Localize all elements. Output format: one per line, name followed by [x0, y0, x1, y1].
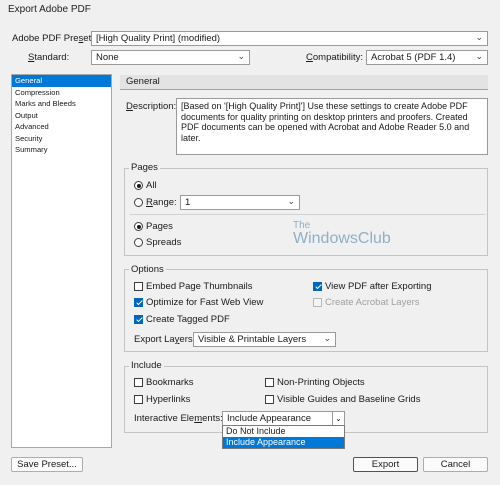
chevron-down-icon: ⌄ — [332, 412, 344, 425]
range-label: Range: — [146, 197, 177, 208]
cancel-button[interactable]: Cancel — [423, 457, 488, 472]
hyperlinks-checkbox[interactable] — [134, 395, 143, 404]
range-radio[interactable] — [134, 198, 143, 207]
chevron-down-icon: ⌄ — [475, 32, 483, 42]
interactive-elements-dropdown: Do Not Include Include Appearance — [222, 425, 345, 449]
include-group-title: Include — [129, 360, 164, 371]
interactive-elements-value: Include Appearance — [227, 413, 311, 424]
sidebar-item-security[interactable]: Security — [12, 133, 111, 145]
non-printing-label: Non-Printing Objects — [277, 377, 365, 388]
sidebar-item-output[interactable]: Output — [12, 110, 111, 122]
interactive-elements-select[interactable]: Include Appearance ⌄ — [222, 411, 345, 426]
preset-label: Adobe PDF Preset: — [12, 33, 94, 44]
standard-select[interactable]: None ⌄ — [91, 50, 250, 65]
window-title: Export Adobe PDF — [8, 4, 91, 15]
sidebar-item-advanced[interactable]: Advanced — [12, 121, 111, 133]
export-button[interactable]: Export — [353, 457, 418, 472]
options-group-title: Options — [129, 264, 166, 275]
bookmarks-label: Bookmarks — [146, 377, 194, 388]
visible-guides-checkbox[interactable] — [265, 395, 274, 404]
create-layers-checkbox[interactable] — [313, 298, 322, 307]
description-label: Description: — [126, 101, 177, 112]
dropdown-option-do-not-include[interactable]: Do Not Include — [223, 426, 344, 437]
sidebar-item-compression[interactable]: Compression — [12, 87, 111, 99]
description-field[interactable]: [Based on '[High Quality Print]'] Use th… — [176, 98, 488, 155]
chevron-down-icon: ⌄ — [237, 51, 245, 61]
standard-label: Standard: — [28, 52, 70, 63]
export-layers-label: Export Layers: — [134, 334, 196, 345]
chevron-down-icon: ⌄ — [475, 51, 483, 61]
export-layers-value: Visible & Printable Layers — [198, 334, 307, 345]
compatibility-value: Acrobat 5 (PDF 1.4) — [371, 52, 456, 63]
range-value: 1 — [185, 197, 191, 208]
preset-value: [High Quality Print] (modified) — [96, 33, 221, 44]
pages-label: Pages — [146, 221, 173, 232]
range-input[interactable]: 1 ⌄ — [180, 195, 300, 210]
embed-thumbnails-label: Embed Page Thumbnails — [146, 281, 253, 292]
view-after-export-label: View PDF after Exporting — [325, 281, 432, 292]
optimize-web-checkbox[interactable] — [134, 298, 143, 307]
compatibility-label: Compatibility: — [306, 52, 364, 63]
bookmarks-checkbox[interactable] — [134, 378, 143, 387]
non-printing-checkbox[interactable] — [265, 378, 274, 387]
watermark: The WindowsClub — [293, 221, 391, 247]
export-layers-select[interactable]: Visible & Printable Layers ⌄ — [193, 332, 336, 347]
watermark-line2: WindowsClub — [293, 230, 391, 247]
chevron-down-icon: ⌄ — [287, 196, 295, 206]
create-tagged-checkbox[interactable] — [134, 315, 143, 324]
create-layers-label: Create Acrobat Layers — [325, 297, 420, 308]
sidebar-item-general[interactable]: General — [12, 75, 111, 87]
embed-thumbnails-checkbox[interactable] — [134, 282, 143, 291]
spreads-label: Spreads — [146, 237, 182, 248]
compatibility-select[interactable]: Acrobat 5 (PDF 1.4) ⌄ — [366, 50, 488, 65]
all-radio[interactable] — [134, 181, 143, 190]
interactive-elements-label: Interactive Elements: — [134, 413, 223, 424]
section-title: General — [126, 76, 160, 87]
sidebar: General Compression Marks and Bleeds Out… — [11, 74, 112, 448]
visible-guides-label: Visible Guides and Baseline Grids — [277, 394, 421, 405]
pages-divider — [130, 214, 485, 215]
sidebar-item-summary[interactable]: Summary — [12, 144, 111, 156]
dropdown-option-include-appearance[interactable]: Include Appearance — [223, 437, 344, 448]
sidebar-item-marks-and-bleeds[interactable]: Marks and Bleeds — [12, 98, 111, 110]
optimize-web-label: Optimize for Fast Web View — [146, 297, 264, 308]
standard-value: None — [96, 52, 119, 63]
save-preset-button[interactable]: Save Preset... — [11, 457, 83, 472]
pages-radio[interactable] — [134, 222, 143, 231]
chevron-down-icon: ⌄ — [323, 333, 331, 343]
hyperlinks-label: Hyperlinks — [146, 394, 191, 405]
section-header: General — [120, 75, 488, 90]
create-tagged-label: Create Tagged PDF — [146, 314, 230, 325]
view-after-export-checkbox[interactable] — [313, 282, 322, 291]
pages-group-title: Pages — [129, 162, 160, 173]
preset-select[interactable]: [High Quality Print] (modified) ⌄ — [91, 31, 488, 46]
spreads-radio[interactable] — [134, 238, 143, 247]
all-label: All — [146, 180, 157, 191]
